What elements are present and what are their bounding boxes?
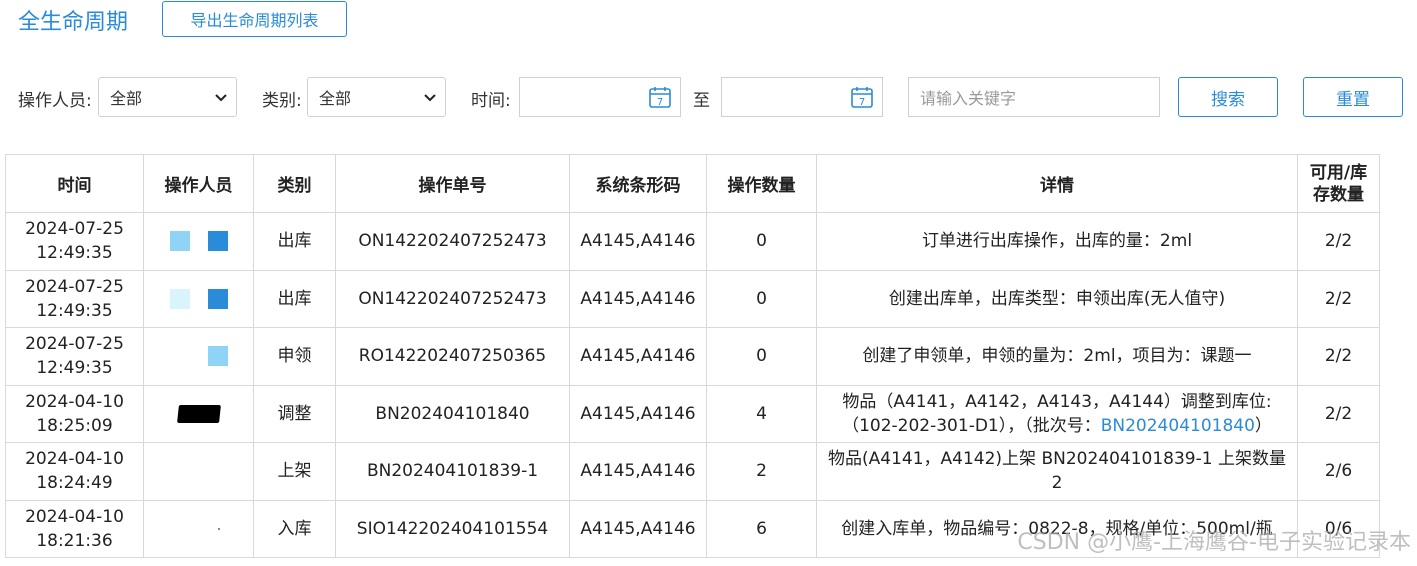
time-cell: 2024-07-25 12:49:35 [5, 269, 144, 328]
order-cell: SIO142202404101554 [335, 499, 570, 558]
quantity-cell: 0 [706, 269, 817, 328]
table-row: 2024-07-25 12:49:35 出库 ON142202407252473 … [5, 269, 1380, 328]
detail-line: 物品（A4141，A4142，A4143，A4144）调整到库位: [842, 391, 1272, 412]
avatar [217, 527, 220, 530]
header-quantity: 操作数量 [706, 154, 817, 213]
operator-select-value: 全部 [110, 89, 143, 108]
calendar-icon[interactable]: 7 [850, 85, 874, 109]
table-row: 2024-07-25 12:49:35 出库 ON142202407252473 … [5, 212, 1380, 271]
search-button[interactable]: 搜索 [1178, 77, 1278, 117]
header-barcode: 系统条形码 [569, 154, 707, 213]
lifecycle-table: 时间 操作人员 类别 操作单号 系统条形码 操作数量 详情 可用/库存数量 20… [5, 154, 1380, 558]
category-select[interactable]: 全部 [307, 77, 446, 117]
operator-select[interactable]: 全部 [98, 77, 237, 117]
order-cell: BN202404101839-1 [335, 442, 570, 501]
barcode-cell: A4145,A4146 [569, 269, 707, 328]
category-cell: 入库 [253, 499, 336, 558]
category-cell: 出库 [253, 212, 336, 271]
watermark: CSDN @小鹰-上海鹰谷-电子实验记录本 [1017, 530, 1411, 555]
stock-cell: 2/2 [1297, 269, 1380, 328]
category-cell: 出库 [253, 269, 336, 328]
operator-cell [143, 327, 254, 386]
detail-cell: 物品（A4141，A4142，A4143，A4144）调整到库位: （102-2… [816, 384, 1298, 443]
table-row: 2024-04-10 18:24:49 上架 BN202404101839-1 A… [5, 442, 1380, 501]
quantity-cell: 0 [706, 212, 817, 271]
detail-cell: 创建出库单，出库类型：申领出库(无人值守) [816, 269, 1298, 328]
export-lifecycle-button[interactable]: 导出生命周期列表 [162, 1, 347, 37]
keyword-input[interactable]: 请输入关键字 [908, 77, 1160, 117]
barcode-cell: A4145,A4146 [569, 442, 707, 501]
table-header-row: 时间 操作人员 类别 操作单号 系统条形码 操作数量 详情 可用/库存数量 [5, 154, 1380, 213]
header-operator: 操作人员 [143, 154, 254, 213]
chevron-down-icon [424, 94, 436, 102]
operator-label: 操作人员: [18, 91, 92, 111]
svg-text:7: 7 [657, 97, 663, 108]
start-date-input[interactable]: 7 [519, 77, 681, 117]
operator-cell [143, 499, 254, 558]
avatar [170, 346, 190, 366]
calendar-icon[interactable]: 7 [648, 85, 672, 109]
stock-cell: 2/6 [1297, 442, 1380, 501]
batch-link[interactable]: BN202404101840 [1101, 416, 1255, 436]
reset-button[interactable]: 重置 [1303, 77, 1403, 117]
end-date-input[interactable]: 7 [721, 77, 883, 117]
operator-cell [143, 269, 254, 328]
category-select-value: 全部 [319, 89, 352, 108]
barcode-cell: A4145,A4146 [569, 499, 707, 558]
quantity-cell: 6 [706, 499, 817, 558]
time-cell: 2024-07-25 12:49:35 [5, 212, 144, 271]
header-detail: 详情 [816, 154, 1298, 213]
order-cell: RO142202407250365 [335, 327, 570, 386]
operator-cell [143, 212, 254, 271]
quantity-cell: 4 [706, 384, 817, 443]
avatar [207, 288, 228, 309]
avatar [169, 231, 190, 252]
header-time: 时间 [5, 154, 144, 213]
detail-cell: 订单进行出库操作，出库的量：2ml [816, 212, 1298, 271]
table-row: 2024-07-25 12:49:35 申领 RO142202407250365 … [5, 327, 1380, 386]
order-cell: ON142202407252473 [335, 269, 570, 328]
avatar [207, 346, 228, 367]
avatar [207, 231, 228, 252]
barcode-cell: A4145,A4146 [569, 212, 707, 271]
order-cell: BN202404101840 [335, 384, 570, 443]
header-stock: 可用/库存数量 [1297, 154, 1380, 213]
barcode-cell: A4145,A4146 [569, 327, 707, 386]
category-cell: 调整 [253, 384, 336, 443]
detail-cell: 创建了申领单，申领的量为：2ml，项目为：课题一 [816, 327, 1298, 386]
operator-cell [143, 384, 254, 443]
detail-cell: 物品(A4141，A4142)上架 BN202404101839-1 上架数量 … [816, 442, 1298, 501]
svg-text:7: 7 [859, 97, 865, 108]
detail-line: （102-202-301-D1），（批次号：BN202404101840） [842, 415, 1272, 436]
table-row: 2024-04-10 18:25:09 调整 BN202404101840 A41… [5, 384, 1380, 443]
stock-cell: 2/2 [1297, 384, 1380, 443]
time-cell: 2024-04-10 18:24:49 [5, 442, 144, 501]
avatar [169, 288, 190, 309]
header-category: 类别 [253, 154, 336, 213]
chevron-down-icon [215, 94, 227, 102]
order-cell: ON142202407252473 [335, 212, 570, 271]
barcode-cell: A4145,A4146 [569, 384, 707, 443]
category-label: 类别: [262, 91, 302, 111]
quantity-cell: 0 [706, 327, 817, 386]
operator-cell [143, 442, 254, 501]
stock-cell: 2/2 [1297, 212, 1380, 271]
category-cell: 申领 [253, 327, 336, 386]
time-cell: 2024-04-10 18:25:09 [5, 384, 144, 443]
page-title: 全生命周期 [18, 10, 129, 35]
quantity-cell: 2 [706, 442, 817, 501]
time-cell: 2024-04-10 18:21:36 [5, 499, 144, 558]
header-order-no: 操作单号 [335, 154, 570, 213]
time-label: 时间: [471, 91, 511, 111]
time-cell: 2024-07-25 12:49:35 [5, 327, 144, 386]
category-cell: 上架 [253, 442, 336, 501]
to-label: 至 [693, 91, 710, 111]
avatar [176, 404, 221, 423]
stock-cell: 2/2 [1297, 327, 1380, 386]
